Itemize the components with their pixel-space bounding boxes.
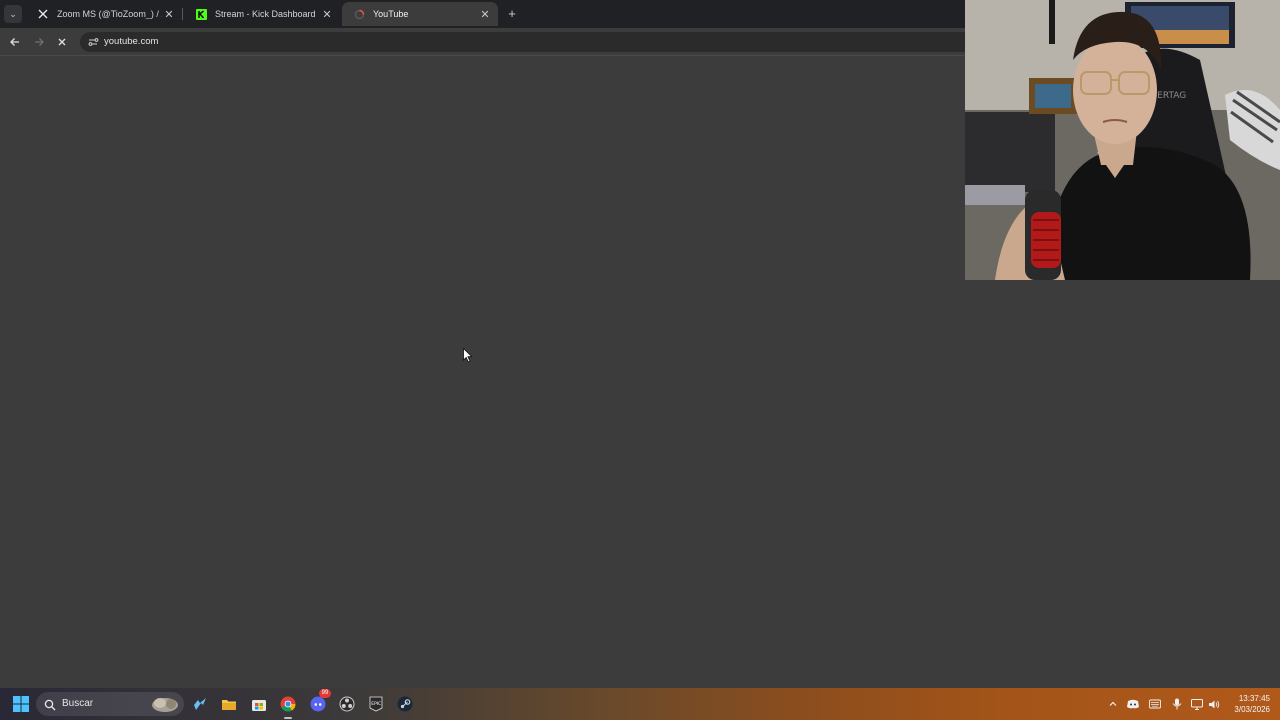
new-tab-plus-icon[interactable]: + — [504, 6, 520, 22]
tab-title: YouTube — [373, 9, 409, 19]
epic-games-icon[interactable]: EPIC — [367, 695, 385, 713]
clock-date: 3/03/2026 — [1234, 705, 1270, 714]
close-icon[interactable]: ✕ — [478, 8, 492, 21]
taskbar-search-box[interactable]: Buscar — [36, 692, 184, 716]
close-icon[interactable]: ✕ — [320, 8, 334, 21]
search-icon — [44, 698, 56, 716]
stop-loading-icon[interactable] — [53, 33, 71, 51]
back-arrow-icon[interactable] — [6, 33, 24, 51]
windows-taskbar: Buscar 99 EPIC 13:37:45 3/03/2026 — [0, 688, 1280, 720]
tab-search-dropdown-icon[interactable]: ⌄ — [4, 5, 22, 23]
discord-icon[interactable]: 99 — [309, 689, 331, 713]
microsoft-store-icon[interactable] — [250, 695, 268, 713]
close-icon[interactable]: ✕ — [162, 8, 176, 21]
search-label: Buscar — [62, 698, 94, 709]
obs-icon[interactable] — [338, 695, 356, 713]
steam-icon[interactable] — [396, 695, 414, 713]
chrome-icon[interactable] — [279, 695, 297, 713]
svg-text:EPIC: EPIC — [371, 701, 381, 707]
mouse-cursor-icon — [463, 347, 473, 363]
clock-time: 13:37:45 — [1238, 694, 1270, 703]
file-explorer-icon[interactable] — [220, 695, 238, 713]
url-text: youtube.com — [104, 36, 159, 47]
kick-logo-icon — [194, 7, 208, 21]
language-keyboard-icon[interactable] — [1149, 698, 1161, 710]
loading-spinner-icon — [352, 7, 366, 21]
tab-youtube[interactable]: YouTube ✕ — [342, 2, 498, 26]
volume-icon[interactable] — [1208, 698, 1220, 710]
microphone-icon[interactable] — [1171, 698, 1183, 710]
tab-title: Stream - Kick Dashboard — [215, 9, 316, 19]
webcam-overlay: VERTAG — [965, 0, 1280, 280]
tab-divider — [182, 8, 183, 20]
notification-badge: 99 — [319, 689, 331, 698]
discord-tray-icon[interactable] — [1127, 698, 1139, 710]
tab-kick[interactable]: Stream - Kick Dashboard ✕ — [184, 2, 340, 26]
active-app-indicator — [284, 717, 292, 719]
steam-icon[interactable] — [191, 695, 209, 713]
tab-title: Zoom MS (@TioZoom_) / X — [57, 9, 162, 19]
webcam-feed: VERTAG — [965, 0, 1280, 280]
x-logo-icon — [36, 7, 50, 21]
system-clock[interactable]: 13:37:45 3/03/2026 — [1224, 693, 1270, 715]
tab-x[interactable]: Zoom MS (@TioZoom_) / X ✕ — [26, 2, 182, 26]
forward-arrow-icon[interactable] — [30, 33, 48, 51]
windows-start-icon[interactable] — [12, 695, 30, 713]
display-network-icon[interactable] — [1191, 698, 1203, 710]
site-settings-icon[interactable] — [86, 35, 100, 49]
chevron-up-icon[interactable] — [1107, 698, 1119, 710]
search-highlight-icon — [150, 695, 180, 718]
